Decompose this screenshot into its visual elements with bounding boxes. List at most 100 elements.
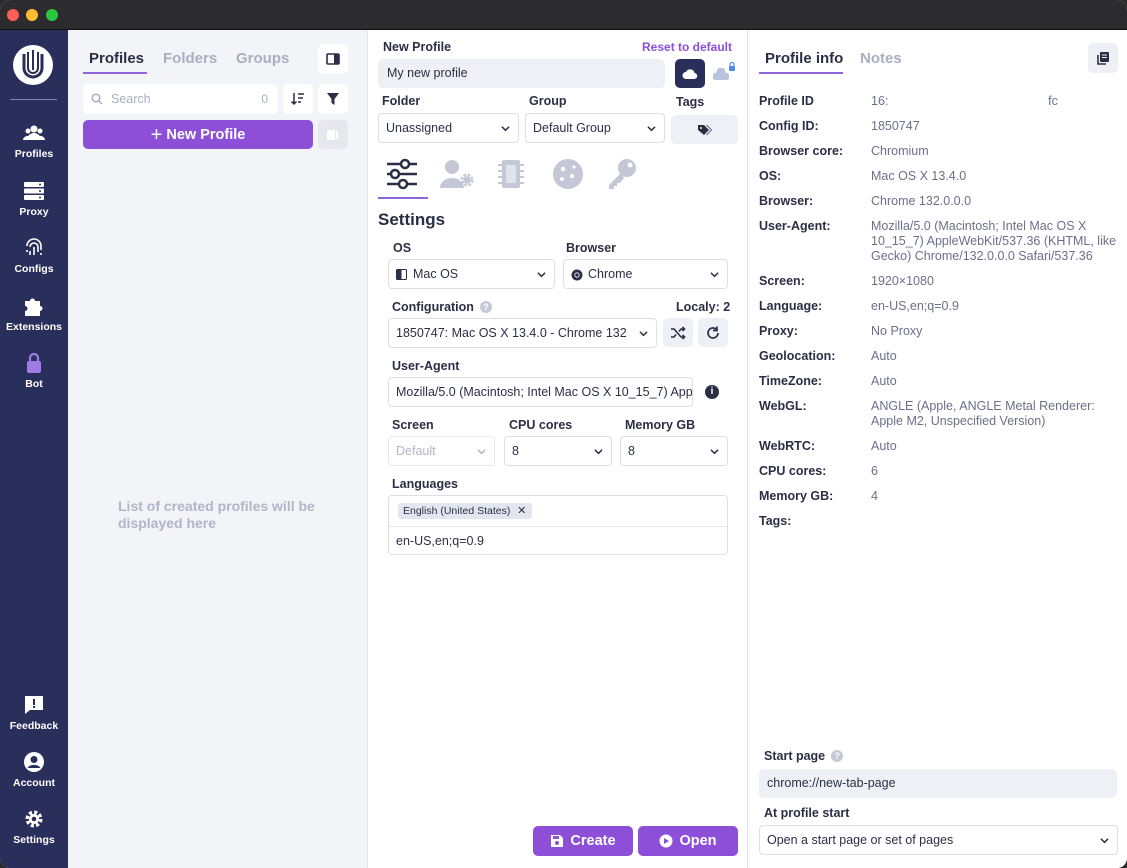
search-input[interactable]: Search 0	[83, 84, 278, 114]
account-icon	[24, 752, 44, 772]
sidebar-item-feedback[interactable]: Feedback	[0, 694, 68, 732]
help-icon[interactable]: ?	[479, 301, 492, 313]
at-start-label: At profile start	[764, 806, 850, 820]
group-value: Default Group	[533, 121, 611, 135]
tab-profiles[interactable]: Profiles	[89, 50, 144, 67]
close-window-button[interactable]	[7, 9, 19, 21]
minimize-window-button[interactable]	[26, 9, 38, 21]
sidebar-item-extensions[interactable]: Extensions	[0, 295, 68, 333]
info-key: CPU cores:	[759, 464, 827, 478]
help-icon[interactable]: ?	[831, 750, 844, 762]
sidebar-item-label: Proxy	[19, 206, 49, 218]
sidebar-item-profiles[interactable]: Profiles	[0, 122, 68, 160]
gear-icon	[25, 810, 43, 828]
app-logo	[13, 45, 53, 85]
tab-user-settings[interactable]	[438, 156, 478, 192]
sidebar-item-configs[interactable]: Configs	[0, 237, 68, 275]
configuration-select[interactable]: 1850747: Mac OS X 13.4.0 - Chrome 132	[388, 318, 657, 348]
sidebar-item-bot[interactable]: Bot	[0, 352, 68, 390]
create-button[interactable]: Create	[533, 826, 633, 856]
empty-list-message: List of created profiles will be display…	[118, 498, 315, 531]
configuration-label: Configuration?	[392, 300, 492, 314]
languages-field[interactable]: English (United States) ✕ en-US,en;q=0.9	[388, 495, 728, 555]
at-start-value: Open a start page or set of pages	[767, 833, 954, 847]
info-key: Memory GB:	[759, 489, 834, 503]
batch-create-button[interactable]	[318, 120, 348, 149]
info-key: Language:	[759, 299, 823, 313]
new-profile-button[interactable]: + New Profile	[83, 120, 313, 149]
info-icon[interactable]: i	[705, 385, 719, 399]
tab-profile-info[interactable]: Profile info	[765, 50, 843, 67]
search-count: 0	[261, 92, 268, 106]
sidebar-item-settings[interactable]: Settings	[0, 808, 68, 846]
browser-value: Chrome	[588, 267, 633, 281]
batch-icon	[327, 129, 338, 140]
folder-select[interactable]: Unassigned	[378, 113, 519, 143]
maximize-window-button[interactable]	[46, 9, 58, 21]
local-storage-button[interactable]	[711, 61, 737, 85]
chevron-down-icon	[647, 126, 656, 132]
info-key: WebRTC:	[759, 439, 816, 453]
app-window: Profiles Proxy Configs Extensions Bot Fe…	[0, 0, 1127, 868]
sort-button[interactable]	[283, 84, 313, 114]
chevron-down-icon	[710, 272, 719, 278]
chevron-down-icon	[639, 331, 648, 337]
tab-groups[interactable]: Groups	[236, 50, 289, 67]
group-select[interactable]: Default Group	[525, 113, 665, 143]
info-key: Proxy:	[759, 324, 798, 338]
info-key: Tags:	[759, 514, 792, 528]
shuffle-config-button[interactable]	[663, 318, 693, 347]
user-agent-input[interactable]: Mozilla/5.0 (Macintosh; Intel Mac OS X 1…	[388, 377, 693, 407]
info-key: OS:	[759, 169, 782, 183]
at-start-select[interactable]: Open a start page or set of pages	[759, 825, 1118, 855]
copy-info-button[interactable]	[1088, 43, 1118, 73]
search-icon	[91, 93, 103, 105]
profile-name-input[interactable]: My new profile	[378, 59, 665, 88]
profile-info-panel: Profile info Notes Profile ID 16: fc Confi…	[748, 30, 1127, 868]
filter-button[interactable]	[318, 84, 348, 114]
users-icon	[23, 125, 45, 140]
feedback-icon	[25, 696, 43, 714]
panel-icon	[326, 53, 340, 65]
remove-chip-icon[interactable]: ✕	[517, 503, 526, 519]
sidebar-item-account[interactable]: Account	[0, 751, 68, 789]
sort-icon	[290, 93, 304, 106]
browser-label: Browser	[566, 241, 617, 255]
group-label: Group	[529, 94, 567, 108]
cpu-cores-select[interactable]: 8	[504, 436, 612, 466]
cloud-storage-button[interactable]	[675, 59, 705, 88]
os-select[interactable]: Mac OS	[388, 259, 555, 289]
screen-select[interactable]: Default	[388, 436, 495, 466]
info-key: User-Agent:	[759, 219, 831, 233]
start-page-input[interactable]: chrome://new-tab-page	[759, 769, 1117, 798]
main-sidebar: Profiles Proxy Configs Extensions Bot Fe…	[0, 30, 68, 868]
browser-select[interactable]: Chrome	[563, 259, 728, 289]
sidebar-item-proxy[interactable]: Proxy	[0, 180, 68, 218]
info-key: Config ID:	[759, 119, 819, 133]
profile-form: New Profile Reset to default My new prof…	[368, 30, 748, 868]
tab-general-settings[interactable]	[383, 156, 423, 192]
tags-icon	[697, 124, 712, 135]
info-value: No Proxy	[871, 324, 923, 338]
toggle-panel-button[interactable]	[318, 44, 348, 74]
os-value: Mac OS	[413, 267, 459, 281]
memory-select[interactable]: 8	[620, 436, 728, 466]
tags-button[interactable]	[671, 115, 738, 144]
sidebar-item-label: Feedback	[9, 720, 59, 732]
info-value: Auto	[871, 374, 897, 388]
tab-passwords[interactable]	[603, 156, 643, 192]
tab-hardware[interactable]	[493, 156, 533, 192]
configuration-value: 1850747: Mac OS X 13.4.0 - Chrome 132	[396, 326, 627, 340]
info-value: Auto	[871, 349, 897, 363]
tab-notes[interactable]: Notes	[860, 50, 902, 67]
tab-cookies[interactable]	[548, 156, 588, 192]
refresh-config-button[interactable]	[698, 318, 728, 347]
os-label: OS	[393, 241, 412, 255]
start-page-label: Start page?	[764, 749, 844, 763]
search-placeholder: Search	[111, 92, 151, 106]
open-button[interactable]: Open	[638, 826, 738, 856]
screen-value: Default	[396, 444, 436, 458]
reset-default-link[interactable]: Reset to default	[642, 40, 732, 54]
tab-folders[interactable]: Folders	[163, 50, 217, 67]
save-icon	[551, 835, 564, 847]
